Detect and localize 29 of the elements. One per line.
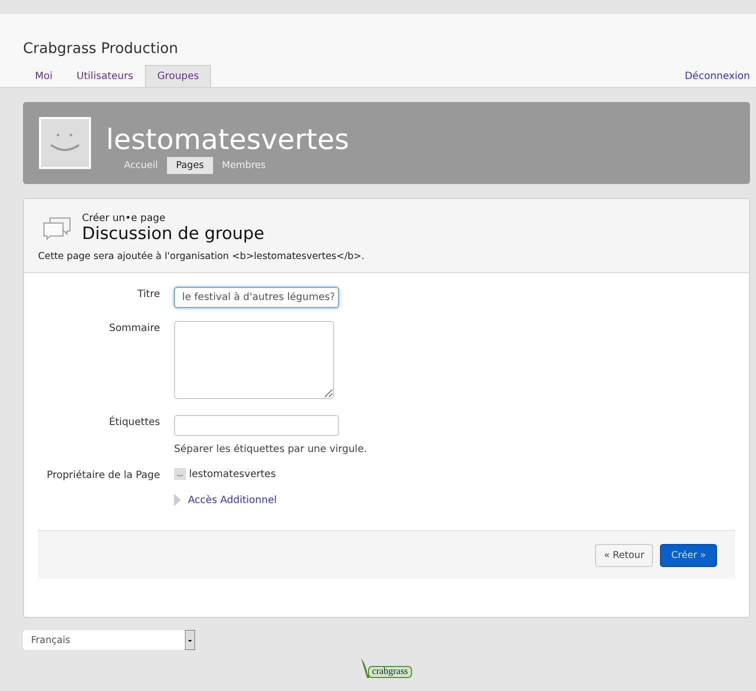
- field-label: Sommaire: [108, 322, 161, 336]
- summary-field[interactable]: [174, 321, 334, 399]
- field-label: Propriétaire de la Page: [46, 469, 161, 481]
- page-note: Cette page sera ajoutée à l'organisation <b>lestomatesvertes</b>.: [38, 251, 366, 262]
- expand-triangle-icon: [174, 494, 181, 506]
- nav-tab[interactable]: Groupes: [145, 65, 211, 87]
- language-select[interactable]: Français: [23, 630, 195, 650]
- logo-text: crabgrass: [368, 666, 412, 678]
- group-name: lestomatesvertes: [106, 122, 350, 156]
- group-tab[interactable]: Pages: [166, 157, 213, 174]
- text-field[interactable]: le festival à d'autres légumes?: [174, 287, 339, 308]
- nav-tab[interactable]: Utilisateurs: [64, 65, 146, 87]
- site-title: Crabgrass Production: [23, 41, 180, 57]
- owner-name: lestomatesvertes: [189, 468, 276, 480]
- page-title: Discussion de groupe: [82, 224, 264, 244]
- back-button[interactable]: « Retour: [594, 544, 654, 566]
- text-field[interactable]: [174, 415, 339, 436]
- field-hint: Séparer les étiquettes par une virgule.: [174, 444, 367, 455]
- field-label: Titre: [136, 288, 161, 302]
- dropdown-arrow-icon: [185, 630, 195, 650]
- avatar-icon: [39, 117, 91, 169]
- chat-bubbles-icon: [42, 216, 72, 242]
- create-button[interactable]: Créer »: [660, 544, 717, 566]
- logout-link[interactable]: Déconnexion: [684, 71, 750, 87]
- page-subtitle: Créer un•e page: [82, 213, 166, 224]
- additional-access-link[interactable]: Accès Additionnel: [188, 494, 277, 506]
- field-label: Étiquettes: [108, 415, 161, 430]
- nav-tab[interactable]: Moi: [23, 65, 65, 87]
- avatar-icon: [174, 468, 186, 480]
